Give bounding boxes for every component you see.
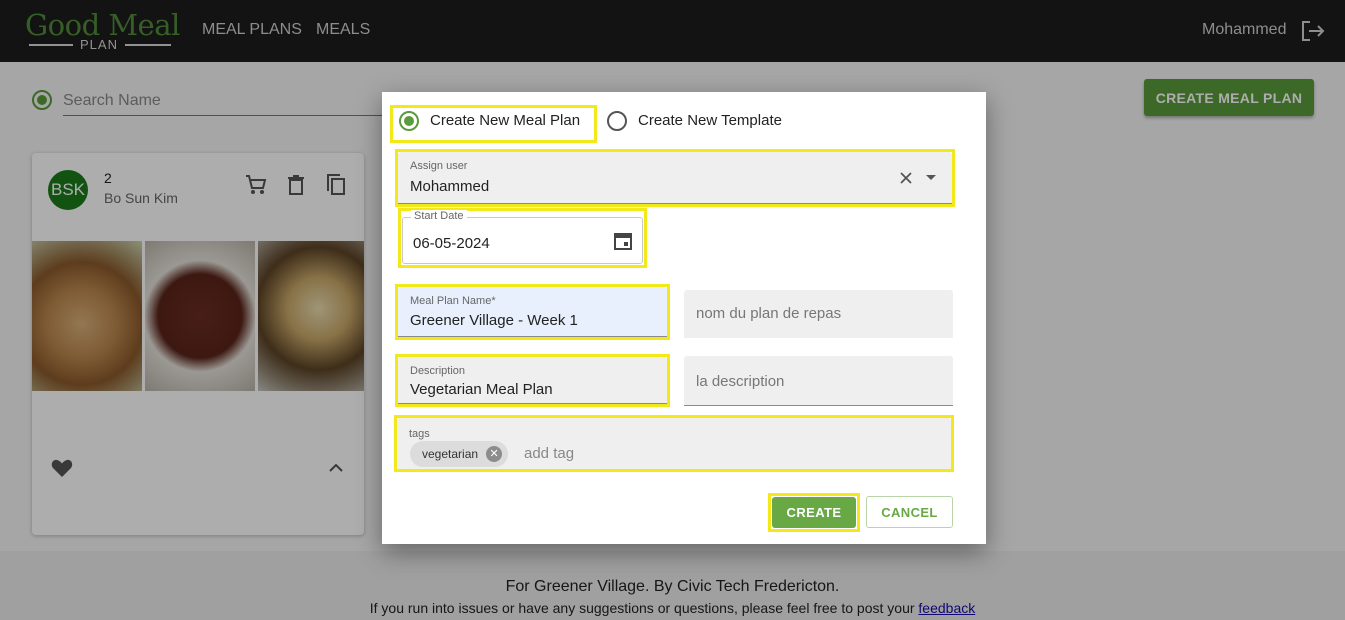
meal-plan-name-field[interactable]: Meal Plan Name* Greener Village - Week 1: [398, 287, 667, 337]
radio-label-new-template[interactable]: Create New Template: [638, 112, 782, 129]
start-date-value: 06-05-2024: [413, 235, 490, 252]
dropdown-arrow-icon[interactable]: [926, 174, 936, 182]
create-meal-plan-dialog: Create New Meal Plan Create New Template…: [382, 92, 986, 544]
calendar-icon[interactable]: [613, 231, 633, 251]
clear-icon[interactable]: [899, 171, 913, 185]
start-date-field[interactable]: Start Date 06-05-2024: [402, 210, 643, 264]
meal-plan-name-fr-field[interactable]: nom du plan de repas: [684, 290, 953, 338]
assign-user-select[interactable]: Assign user Mohammed: [398, 152, 952, 204]
create-button[interactable]: CREATE: [772, 497, 856, 528]
assign-user-value: Mohammed: [410, 178, 490, 195]
tag-chip: vegetarian ✕: [410, 441, 509, 467]
tags-field[interactable]: tags vegetarian ✕ add tag: [397, 418, 951, 469]
radio-label-new-meal-plan[interactable]: Create New Meal Plan: [430, 112, 580, 129]
description-field[interactable]: Description Vegetarian Meal Plan: [398, 357, 667, 404]
description-value: Vegetarian Meal Plan: [410, 381, 553, 398]
radio-new-meal-plan[interactable]: [399, 111, 419, 131]
add-tag-input[interactable]: add tag: [524, 445, 574, 462]
radio-new-template[interactable]: [607, 111, 627, 131]
meal-plan-name-value: Greener Village - Week 1: [410, 312, 578, 329]
description-fr-field[interactable]: la description: [684, 356, 953, 406]
remove-tag-icon[interactable]: ✕: [486, 446, 503, 462]
cancel-button[interactable]: CANCEL: [866, 496, 953, 528]
